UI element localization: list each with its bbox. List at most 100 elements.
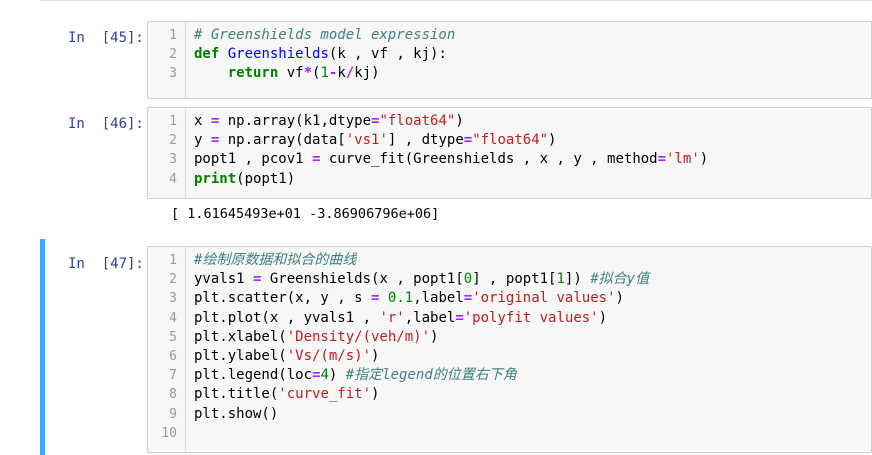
line-number: 6 xyxy=(169,349,177,364)
code-token: 'Density/(veh/m)' xyxy=(286,328,431,345)
code-cell[interactable]: In [46]: 1234 x = np.array(k1,dtype="flo… xyxy=(40,107,872,229)
code-line[interactable]: plt.title('curve_fit') xyxy=(194,385,379,404)
line-number: 5 xyxy=(169,329,177,345)
code-token: ] , dtype xyxy=(387,132,464,149)
code-token: return xyxy=(227,65,279,82)
code-token: 'lm' xyxy=(666,151,700,168)
code-token: np.array(k1,dtype xyxy=(219,113,372,129)
code-token: yvals1 xyxy=(194,271,254,288)
line-number: 1 xyxy=(169,28,177,43)
code-token: np.array(data[ xyxy=(219,132,346,149)
code-token: ]) xyxy=(564,271,591,288)
line-number-gutter: 1 2 3 4 xyxy=(148,108,186,198)
code-token: kj) xyxy=(354,65,380,82)
code-token: 'polyfit values' xyxy=(463,309,599,326)
code-token: k xyxy=(337,65,346,82)
code-cell-selected[interactable]: In [47]: 1 2 3 4 5 6 7 8 9 10 #绘制原数据和拟合的曲线 yvals1 … xyxy=(40,239,872,455)
code-token: plt.show() xyxy=(194,405,279,422)
line-number: 1 xyxy=(169,114,177,129)
code-token: ) xyxy=(548,132,557,149)
code-line[interactable]: # Greenshields model expression xyxy=(194,26,455,45)
line-number: 4 xyxy=(169,171,177,187)
code-line[interactable]: return vf*(1-k/kj) xyxy=(194,64,380,83)
code-line[interactable]: x = np.array(k1,dtype="float64") xyxy=(194,112,464,131)
line-number: 2 xyxy=(169,133,177,149)
code-line[interactable]: plt.show() xyxy=(194,405,278,424)
code-line[interactable]: plt.legend(loc=4) #指定legend的位置右下角 xyxy=(194,366,517,385)
code-token: ) xyxy=(615,290,624,307)
code-token: = xyxy=(463,132,473,149)
line-number: 3 xyxy=(169,66,177,82)
code-token: plt.xlabel( xyxy=(194,328,287,345)
code-token: (k , vf , kj): xyxy=(328,46,447,63)
code-token: plt.ylabel( xyxy=(194,348,287,364)
code-token: (popt1) xyxy=(236,170,296,187)
code-line[interactable]: popt1 , pcov1 = curve_fit(Greenshields ,… xyxy=(194,150,708,169)
code-token: ,label xyxy=(404,309,456,326)
code-token: 4 xyxy=(320,367,329,384)
code-token: ) xyxy=(455,113,464,129)
code-token: ) xyxy=(699,151,709,168)
code-token: #绘制原数据和拟合的曲线 xyxy=(194,252,357,268)
code-editor[interactable]: 1 2 3 4 5 6 7 8 9 10 #绘制原数据和拟合的曲线 yvals1 = Greensh… xyxy=(147,246,872,453)
code-line[interactable]: plt.plot(x , yvals1 , 'r',label='polyfit… xyxy=(194,309,607,328)
line-number-gutter: 1 2 3 4 5 6 7 8 9 10 xyxy=(148,247,186,452)
code-token: 0.1 xyxy=(387,290,414,307)
code-token: Greenshields xyxy=(227,46,329,63)
code-line[interactable]: y = np.array(data['vs1'] , dtype="float6… xyxy=(194,131,556,150)
code-token: ,label xyxy=(413,290,464,307)
code-token: 0 xyxy=(463,271,473,288)
code-token: def xyxy=(194,46,220,63)
code-line[interactable]: plt.ylabel('Vs/(m/s)') xyxy=(194,347,379,366)
code-token: / xyxy=(345,65,355,82)
line-number: 9 xyxy=(169,406,177,422)
code-token: plt.legend(loc xyxy=(194,367,313,384)
code-token: y xyxy=(194,132,211,149)
code-token: "float64" xyxy=(379,113,456,129)
code-token: 1 xyxy=(556,271,565,288)
code-token: #拟合y值 xyxy=(590,271,650,288)
line-number: 10 xyxy=(161,425,177,441)
code-line[interactable]: plt.scatter(x, y , s = 0.1,label='origin… xyxy=(194,289,624,308)
line-number: 7 xyxy=(169,368,177,384)
code-line[interactable]: yvals1 = Greenshields(x , popt1[0] , pop… xyxy=(194,270,649,289)
code-token: curve_fit(Greenshields , x , y , method xyxy=(320,151,658,168)
line-number: 4 xyxy=(169,310,177,326)
code-token: 'original values' xyxy=(472,290,616,307)
code-token: popt1 , pcov1 xyxy=(194,151,313,168)
line-number: 2 xyxy=(169,47,177,63)
code-token: * xyxy=(303,65,313,82)
code-token: = xyxy=(463,290,473,307)
code-token: plt.title( xyxy=(194,386,279,403)
line-number: 1 xyxy=(169,253,177,268)
code-editor[interactable]: 1 2 3 # Greenshields model expression def G… xyxy=(147,21,872,99)
code-token: = xyxy=(657,151,667,168)
code-token: print xyxy=(194,170,237,187)
code-token: ) xyxy=(430,328,439,345)
code-line[interactable]: print(popt1) xyxy=(194,170,295,189)
code-line[interactable]: plt.xlabel('Density/(veh/m)') xyxy=(194,328,438,347)
code-token: x xyxy=(194,113,211,129)
code-token: plt.plot(x , yvals1 , xyxy=(194,309,380,326)
line-number: 2 xyxy=(169,272,177,288)
code-token: ) xyxy=(371,386,380,403)
code-cell[interactable]: In [45]: 123 # Greenshields model expres… xyxy=(40,21,872,99)
code-editor[interactable]: 1234 x = np.array(k1,dtype="float64") y =… xyxy=(147,107,872,199)
code-token: vf xyxy=(278,65,304,82)
line-number: 3 xyxy=(169,291,177,307)
cell-output: [ 1.61645493e+01 -3.86906796e+06] xyxy=(171,206,440,222)
code-token: 'curve_fit' xyxy=(278,386,372,403)
code-token: ) xyxy=(328,367,346,384)
code-token: # Greenshields model expression xyxy=(194,27,456,43)
code-line[interactable]: def Greenshields(k , vf , kj): xyxy=(194,45,447,64)
code-token: ] , popt1[ xyxy=(472,271,557,288)
code-token: 'r' xyxy=(379,309,405,326)
code-line[interactable]: #绘制原数据和拟合的曲线 xyxy=(194,251,356,270)
code-token: #指定legend的位置右下角 xyxy=(345,367,517,384)
selected-cell-indicator xyxy=(40,239,45,455)
line-number: 3 xyxy=(169,152,177,168)
line-number: 8 xyxy=(169,387,177,403)
